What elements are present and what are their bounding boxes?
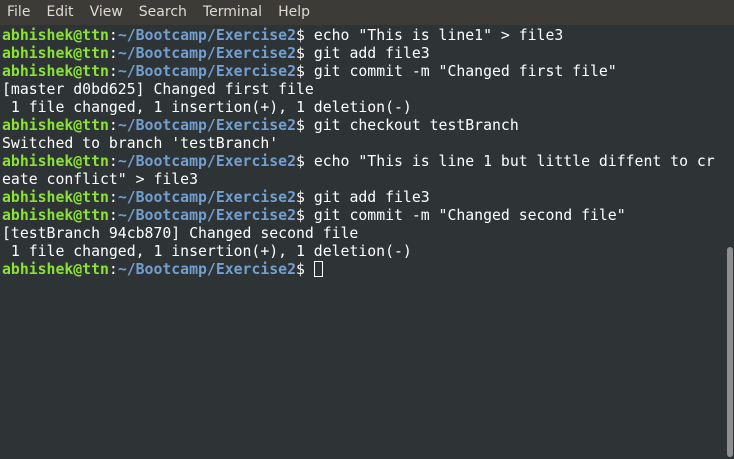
prompt-user: abhishek@ttn xyxy=(2,261,109,278)
output-line: 1 file changed, 1 insertion(+), 1 deleti… xyxy=(0,99,724,117)
prompt-user: abhishek@ttn xyxy=(2,207,109,224)
prompt-symbol: $ xyxy=(296,117,305,134)
command-line: abhishek@ttn:~/Bootcamp/Exercise2$ echo … xyxy=(0,153,724,171)
command-line: abhishek@ttn:~/Bootcamp/Exercise2$ git a… xyxy=(0,189,724,207)
command-text xyxy=(305,261,314,278)
command-text: git add file3 xyxy=(304,189,430,206)
command-line: abhishek@ttn:~/Bootcamp/Exercise2$ echo … xyxy=(0,27,724,45)
prompt-path: ~/Bootcamp/Exercise2 xyxy=(117,153,296,170)
output-line: Switched to branch 'testBranch' xyxy=(0,135,724,153)
output-text: [master d0bd625] Changed first file xyxy=(2,81,314,98)
command-text: git add file3 xyxy=(304,45,430,62)
prompt-colon: : xyxy=(108,207,118,224)
command-line: abhishek@ttn:~/Bootcamp/Exercise2$ git c… xyxy=(0,207,724,225)
command-text: git commit -m "Changed second file" xyxy=(304,207,626,224)
prompt-path: ~/Bootcamp/Exercise2 xyxy=(117,27,296,44)
prompt-symbol: $ xyxy=(296,27,305,44)
menu-help[interactable]: Help xyxy=(270,0,318,25)
output-text: 1 file changed, 1 insertion(+), 1 deleti… xyxy=(2,243,412,260)
output-line: eate conflict" > file3 xyxy=(0,171,724,189)
command-line: abhishek@ttn:~/Bootcamp/Exercise2$ xyxy=(0,261,724,279)
prompt-path: ~/Bootcamp/Exercise2 xyxy=(117,261,296,278)
command-text: git commit -m "Changed first file" xyxy=(304,63,617,80)
menu-bar: File Edit View Search Terminal Help xyxy=(0,0,734,25)
prompt-symbol: $ xyxy=(296,45,305,62)
prompt-symbol: $ xyxy=(296,261,305,278)
output-line: [master d0bd625] Changed first file xyxy=(0,81,724,99)
text-cursor xyxy=(313,261,323,277)
prompt-user: abhishek@ttn xyxy=(2,27,109,44)
prompt-symbol: $ xyxy=(296,153,305,170)
command-line: abhishek@ttn:~/Bootcamp/Exercise2$ git c… xyxy=(0,117,724,135)
prompt-colon: : xyxy=(108,189,118,206)
prompt-user: abhishek@ttn xyxy=(2,153,109,170)
terminal-output[interactable]: abhishek@ttn:~/Bootcamp/Exercise2$ echo … xyxy=(0,25,724,459)
output-text: 1 file changed, 1 insertion(+), 1 deleti… xyxy=(2,99,412,116)
prompt-path: ~/Bootcamp/Exercise2 xyxy=(117,45,296,62)
prompt-colon: : xyxy=(108,27,118,44)
prompt-colon: : xyxy=(108,261,118,278)
menu-terminal[interactable]: Terminal xyxy=(195,0,270,25)
prompt-path: ~/Bootcamp/Exercise2 xyxy=(117,189,296,206)
prompt-colon: : xyxy=(108,63,118,80)
command-text: git checkout testBranch xyxy=(304,117,519,134)
scrollbar-thumb[interactable] xyxy=(727,247,733,457)
output-text: eate conflict" > file3 xyxy=(2,171,198,188)
output-text: Switched to branch 'testBranch' xyxy=(2,135,279,152)
prompt-symbol: $ xyxy=(296,63,305,80)
menu-file[interactable]: File xyxy=(0,0,38,25)
menu-search[interactable]: Search xyxy=(131,0,195,25)
command-text: echo "This is line 1 but little diffent … xyxy=(304,153,715,170)
menu-view[interactable]: View xyxy=(82,0,131,25)
prompt-user: abhishek@ttn xyxy=(2,189,109,206)
prompt-user: abhishek@ttn xyxy=(2,45,109,62)
menu-edit[interactable]: Edit xyxy=(38,0,81,25)
scrollbar[interactable] xyxy=(724,25,734,459)
prompt-user: abhishek@ttn xyxy=(2,117,109,134)
command-line: abhishek@ttn:~/Bootcamp/Exercise2$ git a… xyxy=(0,45,724,63)
output-line: [testBranch 94cb870] Changed second file xyxy=(0,225,724,243)
prompt-path: ~/Bootcamp/Exercise2 xyxy=(117,207,296,224)
prompt-path: ~/Bootcamp/Exercise2 xyxy=(117,117,296,134)
prompt-colon: : xyxy=(108,45,118,62)
command-line: abhishek@ttn:~/Bootcamp/Exercise2$ git c… xyxy=(0,63,724,81)
prompt-symbol: $ xyxy=(296,207,305,224)
prompt-symbol: $ xyxy=(296,189,305,206)
prompt-colon: : xyxy=(108,117,118,134)
prompt-user: abhishek@ttn xyxy=(2,63,109,80)
prompt-path: ~/Bootcamp/Exercise2 xyxy=(117,63,296,80)
terminal-window: File Edit View Search Terminal Help abhi… xyxy=(0,0,734,459)
prompt-colon: : xyxy=(108,153,118,170)
output-text: [testBranch 94cb870] Changed second file xyxy=(2,225,359,242)
command-text: echo "This is line1" > file3 xyxy=(304,27,564,44)
output-line: 1 file changed, 1 insertion(+), 1 deleti… xyxy=(0,243,724,261)
